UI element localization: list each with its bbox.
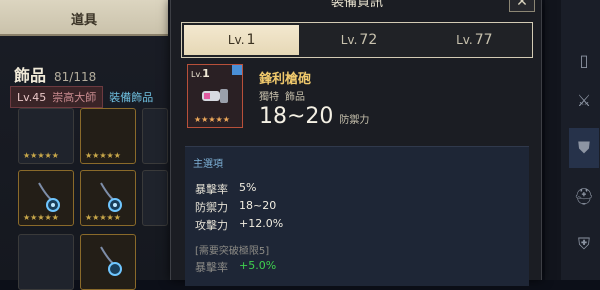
tab-level: 1 (246, 32, 256, 48)
stat-value: +12.0% (239, 217, 284, 230)
category-name: 飾品 (14, 66, 47, 85)
inventory-panel: 道具 飾品 81/118 Lv.45 崇高大師 裝備飾品 ★★★★★ ★★★★★… (0, 0, 178, 290)
stats-box: 主選項 暴擊率 5% 防禦力 18~20 攻擊力 +12.0% [需要突破極限5… (185, 146, 529, 286)
rarity-stars: ★★★★★ (85, 151, 121, 160)
inventory-slot[interactable]: ★★★★★ (18, 170, 74, 226)
sword-icon[interactable]: ⚔ (569, 80, 599, 120)
tab-level: 77 (474, 32, 493, 48)
stat-key: 暴擊率 (195, 183, 228, 196)
item-level-number: 1 (202, 67, 210, 80)
item-rarity-tag: 獨特 (259, 92, 279, 103)
rarity-stars: ★★★★★ (23, 213, 59, 222)
item-main-value: 18~20 防禦力 (259, 104, 369, 129)
inventory-title: 道具 (70, 12, 97, 28)
item-name: 鋒利槍砲 (259, 72, 312, 87)
bookmark-icon (232, 65, 242, 75)
stat-key: 攻擊力 (195, 219, 228, 232)
tab-lv-1[interactable]: Lv. 1 (184, 25, 300, 55)
dialog-title: 裝備資訊 (330, 0, 383, 10)
level-badge: Lv.45 崇高大師 (10, 86, 104, 108)
necklace-icon (100, 246, 122, 276)
level-label: Lv.45 (17, 90, 47, 104)
shield-icon[interactable]: ⛨ (569, 224, 599, 264)
necklace-icon (38, 182, 60, 212)
helmet-icon[interactable]: ⛑ (569, 176, 599, 216)
category-count: 81/118 (54, 70, 97, 84)
stat-value: +5.0% (239, 259, 277, 272)
item-level-prefix: Lv. (191, 70, 203, 79)
rarity-stars: ★★★★★ (23, 151, 59, 160)
inventory-slot[interactable] (142, 170, 168, 226)
gun-accessory-icon (202, 89, 228, 103)
item-level: Lv.1 (191, 67, 210, 80)
close-icon: ✕ (516, 0, 528, 10)
inventory-slot[interactable] (142, 108, 168, 164)
inventory-slot[interactable] (80, 234, 136, 290)
level-title: 崇高大師 (52, 91, 97, 104)
limit-break-note: [需要突破極限5] (195, 246, 270, 257)
tab-level: 72 (359, 32, 378, 48)
character-info-row: Lv.45 崇高大師 裝備飾品 (10, 86, 153, 108)
inventory-header: 道具 (0, 0, 168, 36)
item-type-tag: 飾品 (285, 92, 305, 103)
tab-prefix: Lv. (340, 33, 358, 47)
stat-value: 5% (239, 181, 257, 194)
level-tabs: Lv. 1 Lv. 72 Lv. 77 (181, 22, 533, 58)
stat-key: 防禦力 (195, 201, 228, 214)
side-menu: ▯ ⚔ ⛊ ⛑ ⛨ (545, 0, 600, 280)
close-button[interactable]: ✕ (509, 0, 535, 12)
armor-icon[interactable]: ⛊ (569, 128, 599, 168)
defense-value: 18~20 (259, 104, 334, 129)
tab-prefix: Lv. (227, 33, 245, 47)
stat-row: 防禦力 18~20 (195, 199, 276, 215)
tab-lv-77[interactable]: Lv. 77 (417, 23, 532, 57)
item-icon: Lv.1 ★★★★★ (187, 64, 243, 128)
inventory-slot[interactable]: ★★★★★ (80, 108, 136, 164)
inventory-slot[interactable] (18, 234, 74, 290)
necklace-icon (100, 182, 122, 212)
item-tags: 獨特 飾品 (259, 88, 305, 103)
inventory-slot[interactable]: ★★★★★ (18, 108, 74, 164)
inventory-slot[interactable]: ★★★★★ (80, 170, 136, 226)
tab-lv-72[interactable]: Lv. 72 (301, 23, 416, 57)
stat-value: 18~20 (239, 199, 277, 212)
rarity-stars: ★★★★★ (85, 213, 121, 222)
equipment-info-dialog: 裝備資訊 ✕ Lv. 1 Lv. 72 Lv. 77 Lv.1 ★★★★★ 鋒利… (170, 0, 542, 286)
stat-row: 攻擊力 +12.0% (195, 217, 283, 233)
category-row: 飾品 81/118 (14, 62, 96, 86)
tab-prefix: Lv. (456, 33, 473, 47)
section-heading: 主選項 (193, 159, 223, 170)
stat-key: 暴擊率 (195, 261, 228, 274)
item-rarity-stars: ★★★★★ (194, 115, 230, 124)
side-tab[interactable]: ▯ (569, 40, 599, 80)
defense-label: 防禦力 (339, 115, 370, 126)
stat-row: 暴擊率 5% (195, 181, 256, 197)
locked-stat-row: 暴擊率 +5.0% (195, 259, 276, 275)
equip-accessory-link[interactable]: 裝備飾品 (109, 89, 153, 105)
